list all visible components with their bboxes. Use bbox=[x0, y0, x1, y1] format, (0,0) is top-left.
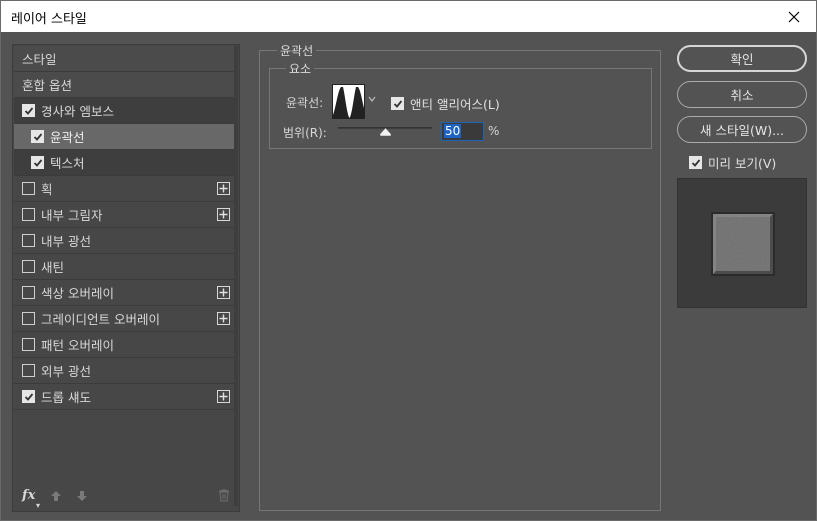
style-item-label: 텍스처 bbox=[50, 156, 85, 171]
preview-swatch bbox=[711, 212, 775, 276]
close-icon bbox=[788, 11, 800, 22]
style-item-label: 색상 오버레이 bbox=[41, 286, 114, 301]
new-style-button[interactable]: 새 스타일(W)... bbox=[677, 116, 807, 143]
style-item-label: 외부 광선 bbox=[41, 364, 91, 379]
style-item-label: 스타일 bbox=[22, 52, 57, 67]
styles-list-scrollbar[interactable] bbox=[234, 46, 238, 506]
style-item-11[interactable]: 패턴 오버레이 bbox=[14, 332, 236, 358]
style-item-6[interactable]: 내부 그림자 bbox=[14, 202, 236, 228]
styles-list: 스타일혼합 옵션경사와 엠보스윤곽선텍스처획내부 그림자내부 광선새틴색상 오버… bbox=[14, 46, 236, 410]
style-item-label: 내부 광선 bbox=[41, 234, 91, 249]
cancel-button[interactable]: 취소 bbox=[677, 81, 807, 108]
range-slider-thumb[interactable] bbox=[379, 128, 391, 136]
preview-checkbox[interactable]: 미리 보기(V) bbox=[689, 153, 776, 172]
checkbox-unchecked-icon[interactable] bbox=[22, 182, 35, 195]
anti-alias-checkbox[interactable]: 앤티 앨리어스(L) bbox=[391, 94, 500, 113]
checkbox-checked-icon bbox=[689, 156, 702, 169]
checkbox-unchecked-icon[interactable] bbox=[22, 234, 35, 247]
fx-button[interactable]: fx ▾ bbox=[22, 488, 40, 510]
checkbox-unchecked-icon[interactable] bbox=[22, 312, 35, 325]
style-item-label: 새틴 bbox=[41, 260, 65, 275]
style-item-label: 패턴 오버레이 bbox=[41, 338, 114, 353]
style-item-3[interactable]: 윤곽선 bbox=[14, 124, 236, 150]
style-item-5[interactable]: 획 bbox=[14, 176, 236, 202]
style-item-13[interactable]: 드롭 섀도 bbox=[14, 384, 236, 410]
checkbox-unchecked-icon[interactable] bbox=[22, 286, 35, 299]
style-item-1[interactable]: 혼합 옵션 bbox=[14, 72, 236, 98]
style-preview bbox=[677, 178, 807, 308]
anti-alias-label: 앤티 앨리어스(L) bbox=[410, 97, 500, 112]
checkbox-unchecked-icon[interactable] bbox=[22, 208, 35, 221]
contour-label: 윤곽선: bbox=[286, 96, 324, 110]
style-item-12[interactable]: 외부 광선 bbox=[14, 358, 236, 384]
ok-button[interactable]: 확인 bbox=[677, 45, 807, 72]
style-item-4[interactable]: 텍스처 bbox=[14, 150, 236, 176]
checkbox-unchecked-icon[interactable] bbox=[22, 338, 35, 351]
style-item-10[interactable]: 그레이디언트 오버레이 bbox=[14, 306, 236, 332]
chevron-down-icon[interactable] bbox=[367, 94, 377, 104]
checkbox-checked-icon[interactable] bbox=[31, 156, 44, 169]
style-item-8[interactable]: 새틴 bbox=[14, 254, 236, 280]
checkbox-unchecked-icon[interactable] bbox=[22, 260, 35, 273]
style-item-9[interactable]: 색상 오버레이 bbox=[14, 280, 236, 306]
add-icon[interactable] bbox=[217, 390, 230, 403]
style-item-0[interactable]: 스타일 bbox=[14, 46, 236, 72]
style-item-label: 경사와 엠보스 bbox=[41, 104, 114, 119]
add-icon[interactable] bbox=[217, 286, 230, 299]
range-input[interactable]: 50 bbox=[441, 122, 484, 141]
preview-label: 미리 보기(V) bbox=[708, 156, 777, 171]
trash-icon[interactable] bbox=[218, 489, 230, 502]
contour-curve-icon bbox=[333, 87, 364, 118]
style-item-2[interactable]: 경사와 엠보스 bbox=[14, 98, 236, 124]
contour-picker[interactable] bbox=[332, 84, 365, 119]
move-up-icon[interactable] bbox=[50, 490, 62, 502]
range-unit: % bbox=[488, 124, 500, 138]
add-icon[interactable] bbox=[217, 208, 230, 221]
checkbox-checked-icon[interactable] bbox=[31, 130, 44, 143]
title-bar: 레이어 스타일 bbox=[1, 1, 816, 32]
style-item-label: 드롭 섀도 bbox=[41, 390, 91, 405]
checkbox-checked-icon[interactable] bbox=[22, 104, 35, 117]
style-item-label: 윤곽선 bbox=[50, 130, 85, 145]
add-icon[interactable] bbox=[217, 182, 230, 195]
close-button[interactable] bbox=[772, 1, 816, 32]
elements-group-title: 요소 bbox=[286, 60, 315, 77]
style-item-label: 획 bbox=[41, 182, 53, 197]
checkbox-checked-icon bbox=[391, 97, 404, 110]
range-label: 범위(R): bbox=[283, 126, 327, 140]
checkbox-unchecked-icon[interactable] bbox=[22, 364, 35, 377]
move-down-icon[interactable] bbox=[76, 490, 88, 502]
window-title: 레이어 스타일 bbox=[11, 12, 87, 27]
range-value: 50 bbox=[444, 124, 462, 138]
styles-list-panel: 스타일혼합 옵션경사와 엠보스윤곽선텍스처획내부 그림자내부 광선새틴색상 오버… bbox=[12, 44, 240, 512]
style-item-label: 내부 그림자 bbox=[41, 208, 103, 223]
contour-section-title: 윤곽선 bbox=[277, 42, 317, 59]
styles-list-footer: fx ▾ bbox=[13, 481, 239, 511]
style-item-label: 혼합 옵션 bbox=[22, 78, 72, 93]
layer-style-dialog: 레이어 스타일 스타일 혼합 옵션 경사와 엠보스 윤곽선 텍스처 획 내부 그림자 내부 광… bbox=[0, 0, 817, 521]
style-item-label: 그레이디언트 오버레이 bbox=[41, 312, 160, 327]
style-item-7[interactable]: 내부 광선 bbox=[14, 228, 236, 254]
add-icon[interactable] bbox=[217, 312, 230, 325]
checkbox-checked-icon[interactable] bbox=[22, 390, 35, 403]
